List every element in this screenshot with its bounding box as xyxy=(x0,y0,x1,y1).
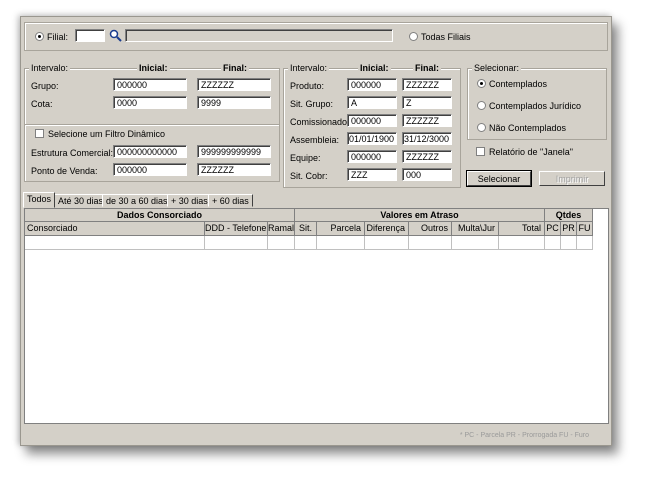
ponto-venda-label: Ponto de Venda: xyxy=(31,166,98,176)
assembleia-inicial-input[interactable]: 01/01/1900 xyxy=(347,132,397,145)
cota-label: Cota: xyxy=(31,99,53,109)
left-interval-group: Intervalo: Inicial: Final: Grupo: 000000… xyxy=(24,63,280,126)
contemplados-juridico-label: Contemplados Jurídico xyxy=(489,101,582,111)
column-header-multa-juros[interactable]: Multa\Jur xyxy=(452,222,499,236)
cota-final-input[interactable]: 9999 xyxy=(197,96,271,109)
equipe-final-input[interactable]: ZZZZZZ xyxy=(402,150,452,163)
todas-filiais-radio[interactable] xyxy=(409,32,418,41)
status-bar: * PC - Parcela PR - Prorrogada FU - Furo xyxy=(21,429,611,445)
comissionado-inicial-input[interactable]: 000000 xyxy=(347,114,397,127)
grupo-final-input[interactable]: ZZZZZZ xyxy=(197,78,271,91)
comissionado-label: Comissionado: xyxy=(290,117,350,127)
selecionar-button[interactable]: Selecionar xyxy=(466,170,532,187)
table-row-cell[interactable] xyxy=(25,236,205,250)
equipe-label: Equipe: xyxy=(290,153,321,163)
filtro-dinamico-group: Selecione um Filtro Dinâmico Estrutura C… xyxy=(24,124,280,182)
consorciado-grid[interactable]: Dados Consorciado Valores em Atraso Qtde… xyxy=(24,208,609,424)
tab-mais-30-dias[interactable]: + 30 dias xyxy=(167,194,212,207)
assembleia-final-input[interactable]: 31/12/3000 xyxy=(402,132,452,145)
middle-interval-group: Intervalo: Inicial: Final: Produto: 0000… xyxy=(283,63,461,188)
tab-mais-60-dias[interactable]: + 60 dias xyxy=(208,194,253,207)
group-header-dados-consorciado: Dados Consorciado xyxy=(25,209,295,222)
selecionar-group: Selecionar: Contemplados Contemplados Ju… xyxy=(467,63,607,140)
sit-cobr-label: Sit. Cobr: xyxy=(290,171,328,181)
middle-inicial-header: Inicial: xyxy=(358,63,391,73)
filtro-dinamico-label: Selecione um Filtro Dinâmico xyxy=(48,129,166,139)
column-header-total[interactable]: Total xyxy=(499,222,545,236)
tab-30-a-60-dias[interactable]: de 30 a 60 dias xyxy=(102,194,172,207)
cota-inicial-input[interactable]: 0000 xyxy=(113,96,187,109)
filial-filter-bar: Filial: Todas Filiais xyxy=(24,22,608,51)
column-header-outros[interactable]: Outros xyxy=(409,222,452,236)
grupo-label: Grupo: xyxy=(31,81,59,91)
left-intervalo-title: Intervalo: xyxy=(29,63,71,73)
left-final-header: Final: xyxy=(221,63,249,73)
table-row-cell[interactable] xyxy=(545,236,561,250)
todas-filiais-label: Todas Filiais xyxy=(421,32,471,42)
tab-todos[interactable]: Todos xyxy=(23,192,56,208)
relatorio-janela-label: Relatório de "Janela" xyxy=(489,147,573,157)
column-header-sit[interactable]: Sit. xyxy=(295,222,317,236)
table-row-cell[interactable] xyxy=(268,236,295,250)
produto-label: Produto: xyxy=(290,81,325,91)
column-header-diferenca[interactable]: Diferença xyxy=(365,222,409,236)
filial-label: Filial: xyxy=(47,32,69,42)
table-row-cell[interactable] xyxy=(409,236,452,250)
column-header-ddd-telefone[interactable]: DDD - Telefone xyxy=(205,222,268,236)
assembleia-label: Assembleia: xyxy=(290,135,340,145)
imprimir-button[interactable]: Imprimir xyxy=(539,171,605,186)
column-header-pc[interactable]: PC xyxy=(545,222,561,236)
report-window: Filial: Todas Filiais Intervalo: Inicial… xyxy=(20,16,612,446)
tab-ate-30-dias[interactable]: Até 30 dias xyxy=(54,194,108,207)
sit-grupo-inicial-input[interactable]: A xyxy=(347,96,397,109)
grupo-inicial-input[interactable]: 000000 xyxy=(113,78,187,91)
sit-grupo-label: Sit. Grupo: xyxy=(290,99,334,109)
nao-contemplados-label: Não Contemplados xyxy=(489,123,567,133)
filial-code-input[interactable] xyxy=(75,29,105,42)
middle-intervalo-title: Intervalo: xyxy=(288,63,330,73)
selecionar-title: Selecionar: xyxy=(472,63,522,73)
table-row-cell[interactable] xyxy=(499,236,545,250)
filtro-dinamico-checkbox[interactable] xyxy=(35,129,44,138)
table-row-cell[interactable] xyxy=(561,236,577,250)
sit-cobr-final-input[interactable]: 000 xyxy=(402,168,452,181)
sit-grupo-final-input[interactable]: Z xyxy=(402,96,452,109)
filial-name-field xyxy=(125,29,393,42)
comissionado-final-input[interactable]: ZZZZZZ xyxy=(402,114,452,127)
ponto-venda-final-input[interactable]: ZZZZZZ xyxy=(197,163,271,176)
table-row-cell[interactable] xyxy=(452,236,499,250)
group-header-valores-atraso: Valores em Atraso xyxy=(295,209,545,222)
nao-contemplados-radio[interactable] xyxy=(477,123,486,132)
contemplados-radio[interactable] xyxy=(477,79,486,88)
search-icon[interactable] xyxy=(109,29,122,42)
filial-radio[interactable] xyxy=(35,32,44,41)
column-header-pr[interactable]: PR xyxy=(561,222,577,236)
estrutura-comercial-label: Estrutura Comercial: xyxy=(31,148,114,158)
estrutura-final-input[interactable]: 999999999999 xyxy=(197,145,271,158)
table-row-cell[interactable] xyxy=(365,236,409,250)
produto-inicial-input[interactable]: 000000 xyxy=(347,78,397,91)
column-header-ramal[interactable]: Ramal xyxy=(268,222,295,236)
middle-final-header: Final: xyxy=(413,63,441,73)
contemplados-juridico-radio[interactable] xyxy=(477,101,486,110)
estrutura-inicial-input[interactable]: 000000000000 xyxy=(113,145,187,158)
ponto-venda-inicial-input[interactable]: 000000 xyxy=(113,163,187,176)
sit-cobr-inicial-input[interactable]: ZZZ xyxy=(347,168,397,181)
equipe-inicial-input[interactable]: 000000 xyxy=(347,150,397,163)
produto-final-input[interactable]: ZZZZZZ xyxy=(402,78,452,91)
legend-footnote: * PC - Parcela PR - Prorrogada FU - Furo xyxy=(459,432,589,439)
left-inicial-header: Inicial: xyxy=(137,63,170,73)
column-header-consorciado[interactable]: Consorciado xyxy=(25,222,205,236)
table-row-cell[interactable] xyxy=(205,236,268,250)
contemplados-label: Contemplados xyxy=(489,79,548,89)
column-header-parcela[interactable]: Parcela xyxy=(317,222,365,236)
table-row-cell[interactable] xyxy=(317,236,365,250)
group-header-qtdes: Qtdes xyxy=(545,209,593,222)
table-row-cell[interactable] xyxy=(577,236,593,250)
relatorio-janela-checkbox[interactable] xyxy=(476,147,485,156)
column-header-fu[interactable]: FU xyxy=(577,222,593,236)
table-row-cell[interactable] xyxy=(295,236,317,250)
